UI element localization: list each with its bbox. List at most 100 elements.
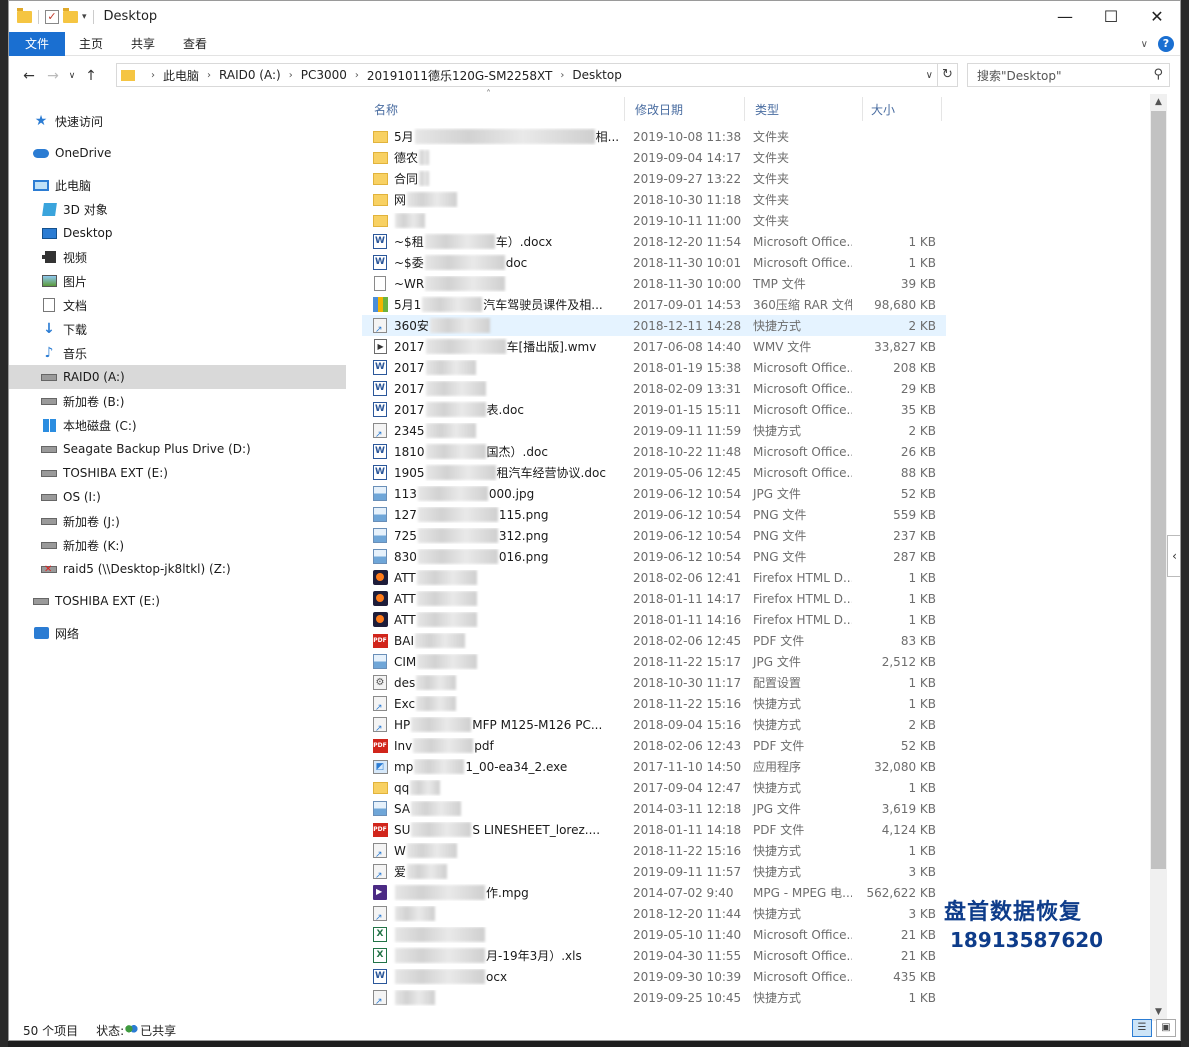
file-row[interactable]: W ~$租 车）.docx 2018-12-20 11:54 Microsoft Off… (362, 231, 946, 252)
breadcrumb-chevron-icon[interactable]: › (151, 70, 155, 81)
file-row[interactable]: W 2017 2018-02-09 13:31 Microsoft Office...… (362, 378, 946, 399)
sidebar-item[interactable]: 新加卷 (J:) (9, 509, 346, 533)
address-history-dropdown-icon[interactable]: ∨ (926, 70, 933, 81)
file-row[interactable]: PDF Inv pdf 2018-02-06 12:43 PDF 文件 52 KB (362, 735, 946, 756)
file-row[interactable]: W 2017 2018-01-19 15:38 Microsoft Office...… (362, 357, 946, 378)
file-row[interactable]: PDF SU S LINESHEET_lorez.... 2018-01-11 14:… (362, 819, 946, 840)
breadcrumb-this-pc[interactable]: 此电脑 (163, 67, 199, 84)
sidebar-item[interactable]: 新加卷 (K:) (9, 533, 346, 557)
sidebar-item[interactable]: OS (I:) (9, 485, 346, 509)
back-arrow-icon[interactable]: ← (17, 68, 41, 84)
refresh-icon[interactable]: ↻ (938, 63, 958, 87)
sidebar-item[interactable]: TOSHIBA EXT (E:) (9, 461, 346, 485)
customize-toolbar-dropdown-icon[interactable]: ▾ (82, 12, 87, 22)
sidebar-item[interactable]: ↓ 下载 (9, 317, 346, 341)
details-view-icon[interactable]: ☰ (1132, 1019, 1152, 1037)
file-row[interactable]: ◩ mp 1_00-ea34_2.exe 2017-11-10 14:50 应用程序 32… (362, 756, 946, 777)
maximize-button[interactable]: ☐ (1088, 1, 1134, 32)
scroll-up-arrow-icon[interactable]: ▲ (1150, 94, 1167, 111)
file-row[interactable]: 830 016.png 2019-06-12 10:54 PNG 文件 287 KB (362, 546, 946, 567)
sidebar-item[interactable]: RAID0 (A:) (9, 365, 346, 389)
file-row[interactable]: Exc 2018-11-22 15:16 快捷方式 1 KB (362, 693, 946, 714)
breadcrumb-chevron-icon[interactable]: › (289, 70, 293, 81)
breadcrumb-desktop[interactable]: Desktop (572, 68, 622, 82)
file-row[interactable]: HP MFP M125-M126 PC... 2018-09-04 15:16 快捷方… (362, 714, 946, 735)
file-row[interactable]: 113 000.jpg 2019-06-12 10:54 JPG 文件 52 KB (362, 483, 946, 504)
vertical-scrollbar[interactable]: ▲ ▼ (1150, 94, 1167, 1021)
sidebar-item[interactable]: 视频 (9, 245, 346, 269)
file-row[interactable]: X 月-19年3月）.xls 2019-04-30 11:55 Microsoft O… (362, 945, 946, 966)
file-row[interactable]: 德农 2019-09-04 14:17 文件夹 (362, 147, 946, 168)
help-icon[interactable]: ? (1158, 36, 1174, 52)
search-icon[interactable]: ⚲ (1153, 67, 1163, 82)
file-row[interactable]: 2019-10-11 11:00 文件夹 (362, 210, 946, 231)
file-row[interactable]: CIM 2018-11-22 15:17 JPG 文件 2,512 KB (362, 651, 946, 672)
sidebar-item[interactable]: OneDrive (9, 141, 346, 165)
column-header-date[interactable]: 修改日期 (625, 97, 745, 121)
minimize-button[interactable]: — (1042, 1, 1088, 32)
breadcrumb-pc3000[interactable]: PC3000 (301, 68, 347, 82)
file-row[interactable]: 网 2018-10-30 11:18 文件夹 (362, 189, 946, 210)
forward-arrow-icon[interactable]: → (41, 68, 65, 84)
file-row[interactable]: 5月1 汽车驾驶员课件及相... 2017-09-01 14:53 360压缩 RAR… (362, 294, 946, 315)
file-row[interactable]: 360安 2018-12-11 14:28 快捷方式 2 KB (362, 315, 946, 336)
breadcrumb-chevron-icon[interactable]: › (207, 70, 211, 81)
column-header-name[interactable]: ˄ 名称 (364, 89, 625, 121)
tab-share[interactable]: 共享 (117, 32, 169, 56)
file-row[interactable]: 2019-09-25 10:45 快捷方式 1 KB (362, 987, 946, 1008)
sidebar-item[interactable]: 网络 (9, 621, 346, 645)
tab-file[interactable]: 文件 (9, 31, 65, 56)
close-button[interactable]: ✕ (1134, 1, 1180, 32)
breadcrumb-chevron-icon[interactable]: › (560, 70, 564, 81)
breadcrumb-chevron-icon[interactable]: › (355, 70, 359, 81)
file-row[interactable]: ATT 2018-02-06 12:41 Firefox HTML D... 1 KB (362, 567, 946, 588)
new-folder-icon[interactable] (63, 7, 78, 23)
sidebar-item[interactable]: 此电脑 (9, 173, 346, 197)
sidebar-item[interactable]: 新加卷 (B:) (9, 389, 346, 413)
file-row[interactable]: 爱 2019-09-11 11:57 快捷方式 3 KB (362, 861, 946, 882)
file-row[interactable]: 127 115.png 2019-06-12 10:54 PNG 文件 559 KB (362, 504, 946, 525)
file-row[interactable]: W ~$委 doc 2018-11-30 10:01 Microsoft Office.… (362, 252, 946, 273)
file-row[interactable]: SA 2014-03-11 12:18 JPG 文件 3,619 KB (362, 798, 946, 819)
tab-view[interactable]: 查看 (169, 32, 221, 56)
file-row[interactable]: PDF BAI 2018-02-06 12:45 PDF 文件 83 KB (362, 630, 946, 651)
sidebar-item[interactable]: 文档 (9, 293, 346, 317)
sidebar-item[interactable]: 本地磁盘 (C:) (9, 413, 346, 437)
sidebar-item[interactable]: 图片 (9, 269, 346, 293)
file-row[interactable]: ~WR 2018-11-30 10:00 TMP 文件 39 KB (362, 273, 946, 294)
file-row[interactable]: Wocx 2019-09-30 10:39 Microsoft Office... 4… (362, 966, 946, 987)
scrollbar-thumb[interactable] (1151, 111, 1166, 869)
sidebar-item[interactable]: ★ 快速访问 (9, 109, 346, 133)
file-row[interactable]: ⚙ des 2018-10-30 11:17 配置设置 1 KB (362, 672, 946, 693)
sidebar-item[interactable]: Desktop (9, 221, 346, 245)
file-row[interactable]: ATT 2018-01-11 14:16 Firefox HTML D... 1 KB (362, 609, 946, 630)
file-row[interactable]: W 1905 租汽车经营协议.doc 2019-05-06 12:45 Microsof… (362, 462, 946, 483)
expand-pane-chevron-icon[interactable]: ‹ (1167, 535, 1180, 577)
breadcrumb-case-folder[interactable]: 20191011德乐120G-SM2258XT (367, 67, 552, 84)
file-row[interactable]: 725 312.png 2019-06-12 10:54 PNG 文件 237 KB (362, 525, 946, 546)
file-row[interactable]: W 2018-11-22 15:16 快捷方式 1 KB (362, 840, 946, 861)
tab-home[interactable]: 主页 (65, 32, 117, 56)
up-arrow-icon[interactable]: ↑ (79, 68, 103, 84)
column-header-size[interactable]: 大小 (863, 97, 942, 121)
address-bar[interactable]: › 此电脑 › RAID0 (A:) › PC3000 › 20191011德乐… (116, 63, 938, 87)
sidebar-item[interactable]: TOSHIBA EXT (E:) (9, 589, 346, 613)
large-icons-view-icon[interactable]: ▣ (1156, 1019, 1176, 1037)
breadcrumb-raid0[interactable]: RAID0 (A:) (219, 68, 281, 82)
file-row[interactable]: X 2019-05-10 11:40 Microsoft Office... 21 K… (362, 924, 946, 945)
file-row[interactable]: 2345 2019-09-11 11:59 快捷方式 2 KB (362, 420, 946, 441)
file-row[interactable]: 合同 2019-09-27 13:22 文件夹 (362, 168, 946, 189)
properties-icon[interactable]: ✓ (45, 9, 59, 24)
sidebar-item[interactable]: ♪ 音乐 (9, 341, 346, 365)
sidebar-item[interactable]: raid5 (\\Desktop-jk8ltkl) (Z:) (9, 557, 346, 581)
recent-locations-chevron-icon[interactable]: ∨ (65, 71, 79, 81)
file-row[interactable]: ATT 2018-01-11 14:17 Firefox HTML D... 1 KB (362, 588, 946, 609)
expand-ribbon-icon[interactable]: ∨ (1141, 39, 1148, 50)
file-row[interactable]: 2017 车[播出版].wmv 2017-06-08 14:40 WMV 文件 33,8… (362, 336, 946, 357)
file-row[interactable]: 2018-12-20 11:44 快捷方式 3 KB (362, 903, 946, 924)
column-header-type[interactable]: 类型 (745, 97, 863, 121)
sidebar-item[interactable]: 3D 对象 (9, 197, 346, 221)
file-row[interactable]: qq 2017-09-04 12:47 快捷方式 1 KB (362, 777, 946, 798)
file-row[interactable]: 作.mpg 2014-07-02 9:40 MPG - MPEG 电... 562,6… (362, 882, 946, 903)
sidebar-item[interactable]: Seagate Backup Plus Drive (D:) (9, 437, 346, 461)
